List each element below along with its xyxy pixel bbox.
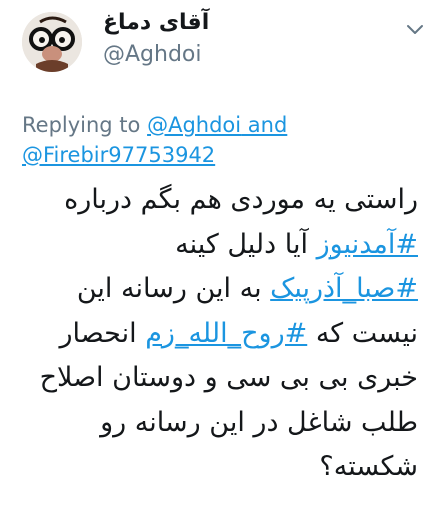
replying-to: Replying to @Aghdoi and @Firebir97753942	[22, 110, 322, 170]
replying-to-label: Replying to	[22, 113, 148, 137]
tweet-line: راستی یه موردی هم بگم درباره	[64, 184, 418, 215]
avatar-image	[22, 12, 82, 72]
tweet-text-fragment: آیا دلیل کینه	[175, 228, 317, 260]
tweet-text: راستی یه موردی هم بگم درباره #آمدنیوز آی…	[20, 178, 418, 490]
tweet-line: نیست که #روح_الله_زم انحصار	[20, 312, 418, 357]
tweet-text-fragment: به این رسانه این	[76, 273, 271, 304]
hashtag-link[interactable]: #صبا_آذرپیک	[270, 273, 418, 304]
avatar[interactable]	[22, 12, 82, 72]
reply-conjunction[interactable]: and	[241, 113, 288, 137]
hashtag-link[interactable]: #آمدنیوز	[317, 229, 418, 260]
hashtag-link[interactable]: #روح_الله_زم	[145, 318, 307, 349]
tweet-text-fragment: نیست که	[307, 317, 418, 349]
tweet-text-fragment: انحصار	[59, 317, 146, 349]
chevron-down-icon[interactable]	[404, 18, 426, 40]
mention-firebir[interactable]: @Firebir97753942	[22, 143, 215, 167]
tweet-line: شکسته؟	[319, 451, 418, 482]
author-handle[interactable]: @Aghdoi	[103, 42, 202, 67]
author-display-name[interactable]: آقای دماغ	[103, 10, 209, 35]
tweet-line: طلب شاغل در این رسانه رو	[100, 406, 418, 438]
tweet-line: خبری بی بی سی و دوستان اصلاح	[39, 362, 418, 393]
tweet-line: #صبا_آذرپیک به این رسانه این	[20, 267, 418, 312]
mention-aghdoi[interactable]: @Aghdoi	[147, 113, 241, 137]
tweet-line: #آمدنیوز آیا دلیل کینه	[20, 223, 418, 268]
